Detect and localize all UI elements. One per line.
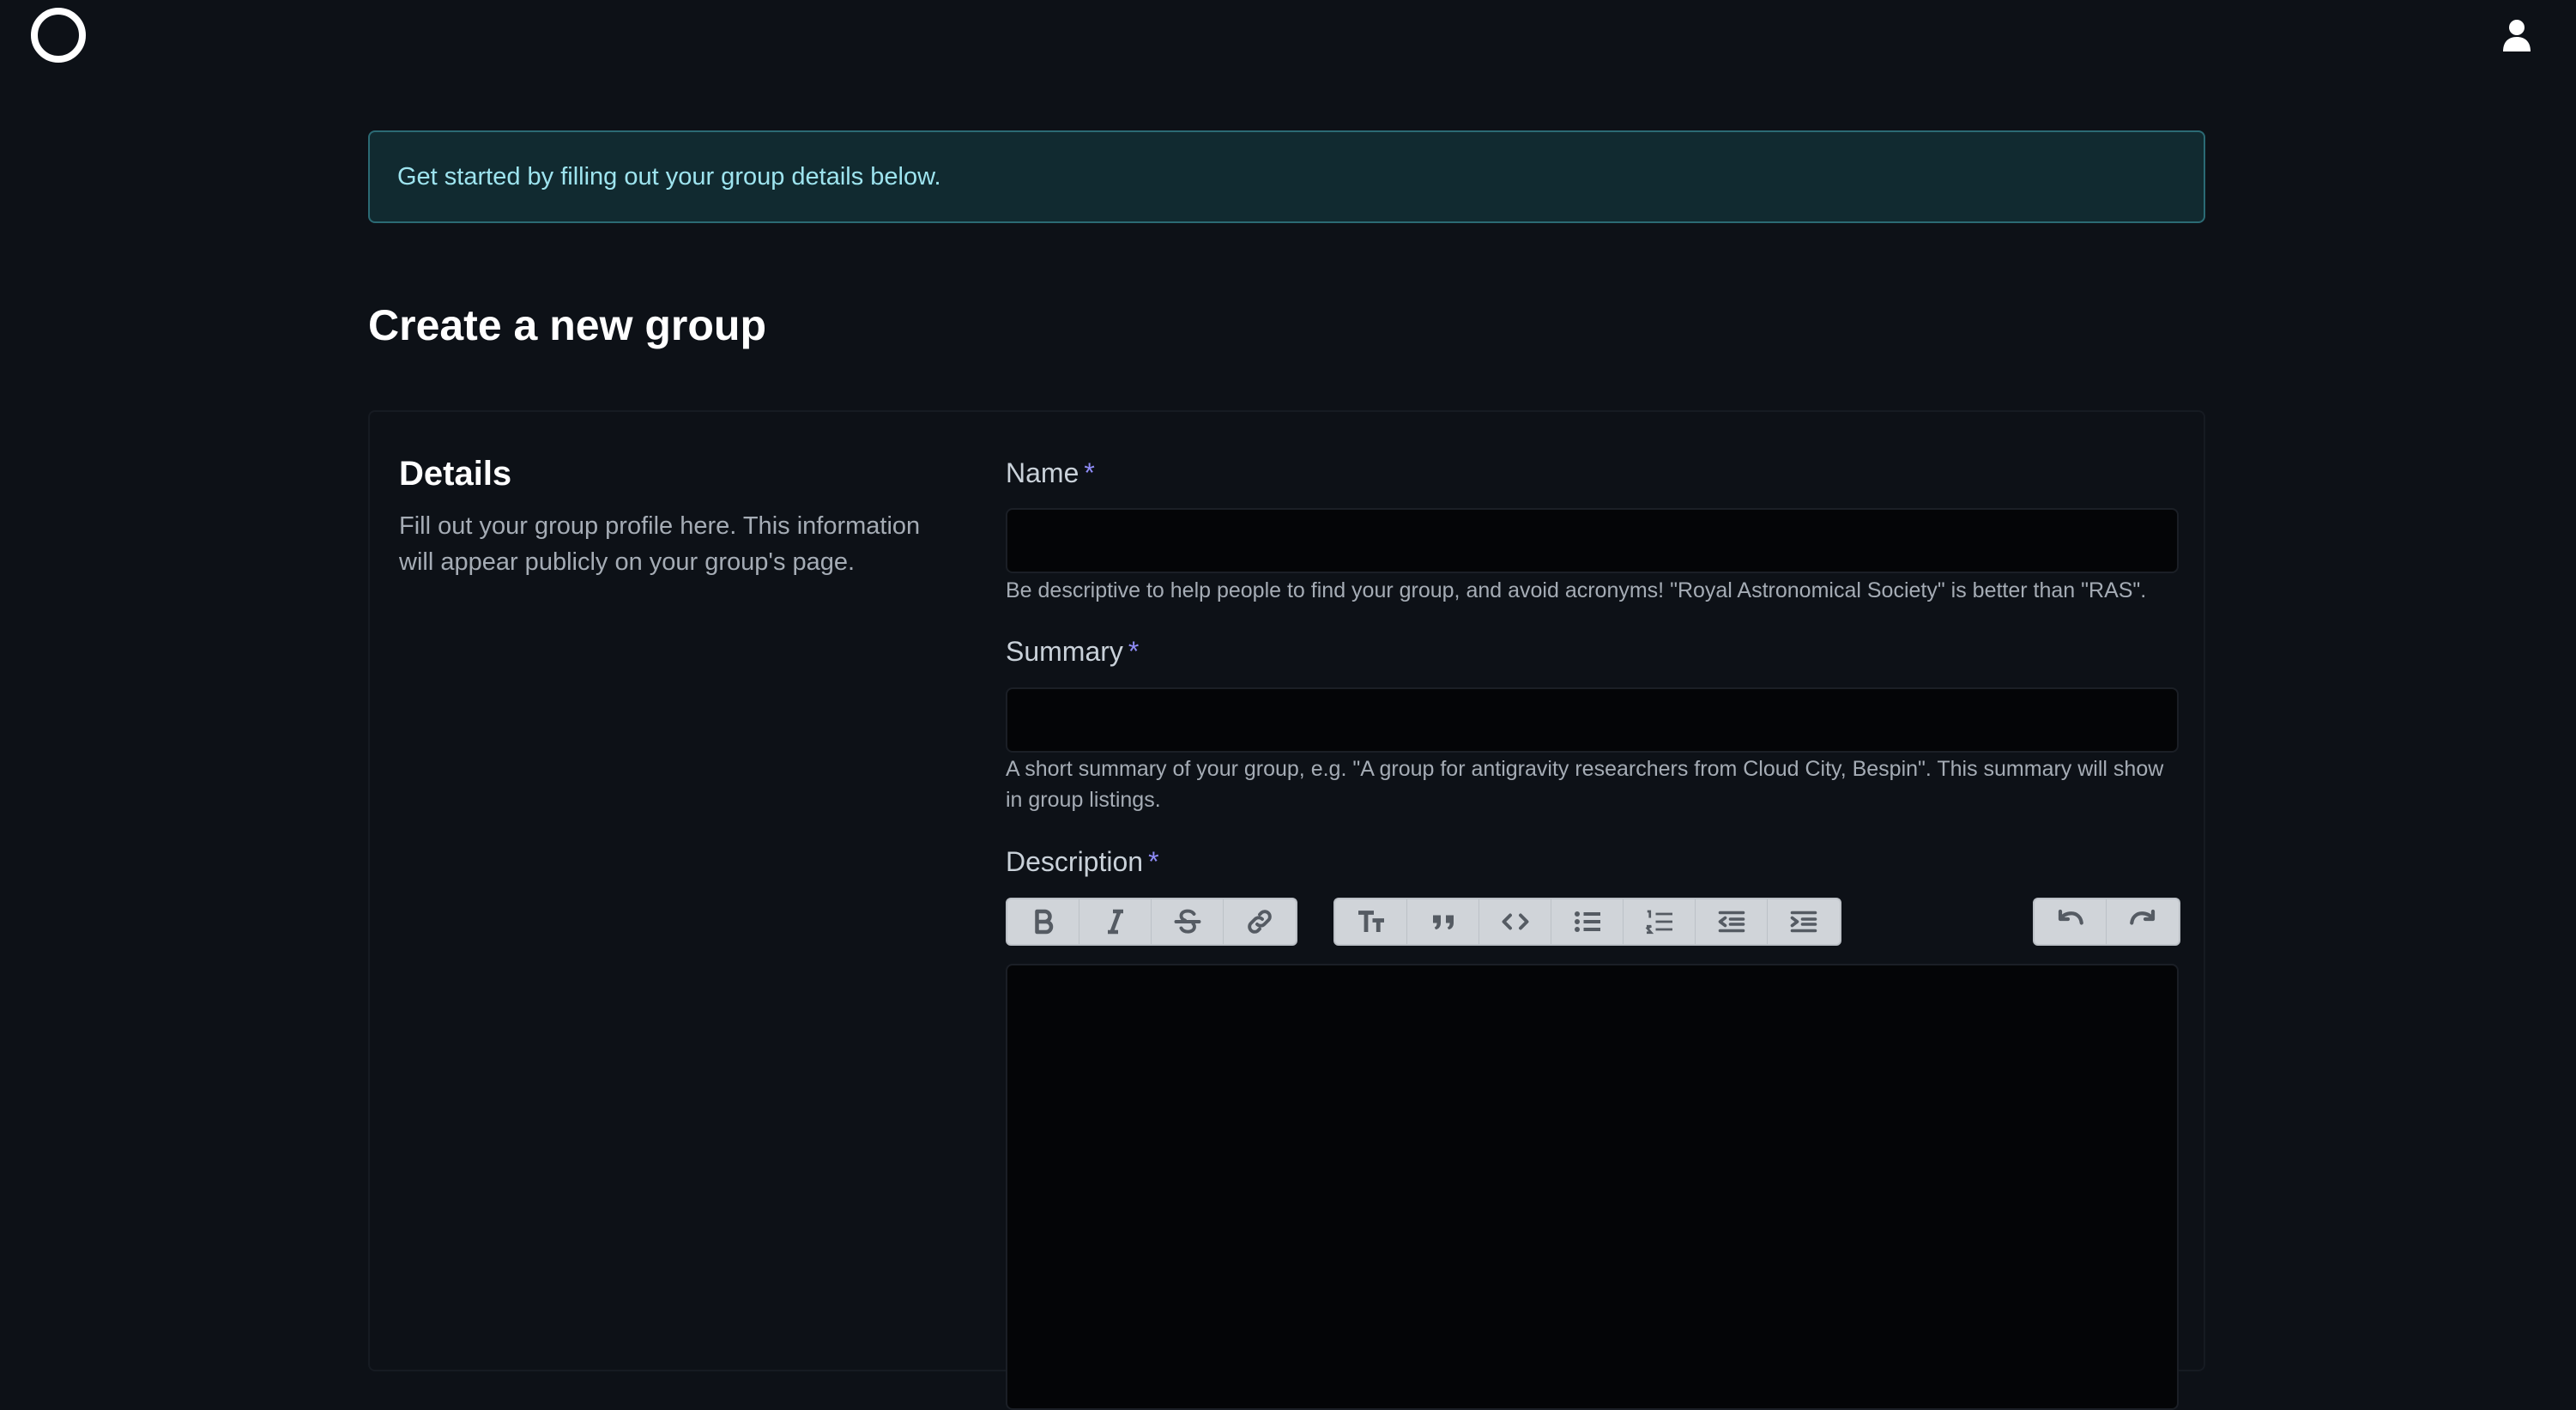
numbered-list-button[interactable] <box>1624 899 1696 944</box>
logo-icon[interactable] <box>31 8 86 63</box>
strikethrough-button[interactable] <box>1152 899 1224 944</box>
info-banner-text: Get started by filling out your group de… <box>397 162 941 191</box>
page-title: Create a new group <box>368 301 766 349</box>
name-label-text: Name <box>1006 457 1079 488</box>
summary-label: Summary * <box>1006 635 1139 668</box>
name-input[interactable] <box>1006 508 2179 573</box>
name-help-text: Be descriptive to help people to find yo… <box>1006 578 2147 602</box>
bullet-list-icon <box>1574 911 1600 932</box>
block-format-toolbar <box>1333 898 1841 946</box>
description-label-text: Description <box>1006 846 1144 877</box>
description-label: Description * <box>1006 845 1159 878</box>
required-marker: * <box>1148 846 1159 877</box>
history-toolbar <box>2033 898 2180 946</box>
details-card: Details Fill out your group profile here… <box>368 410 2205 1410</box>
code-icon <box>1502 913 1528 930</box>
heading-icon <box>1358 911 1384 932</box>
undo-icon <box>2058 909 2083 925</box>
text-format-toolbar <box>1006 898 1297 946</box>
name-label: Name * <box>1006 457 1095 489</box>
summary-help-text: A short summary of your group, e.g. "A g… <box>1006 757 2164 812</box>
bold-button[interactable] <box>1007 899 1079 944</box>
user-icon[interactable] <box>2502 19 2531 51</box>
italic-button[interactable] <box>1079 899 1152 944</box>
required-marker: * <box>1084 457 1095 488</box>
redo-button[interactable] <box>2107 899 2179 944</box>
bullet-list-button[interactable] <box>1551 899 1624 944</box>
numbered-list-icon <box>1645 910 1672 935</box>
quote-icon <box>1432 915 1454 929</box>
section-title: Details <box>399 455 512 493</box>
summary-label-text: Summary <box>1006 636 1123 667</box>
undo-button[interactable] <box>2035 899 2107 944</box>
summary-input[interactable] <box>1006 687 2179 753</box>
info-banner: Get started by filling out your group de… <box>368 130 2205 223</box>
indent-icon <box>1790 911 1817 933</box>
link-icon <box>1248 910 1272 934</box>
heading-button[interactable] <box>1335 899 1407 944</box>
required-marker: * <box>1128 636 1140 667</box>
quote-button[interactable] <box>1407 899 1479 944</box>
italic-icon <box>1107 909 1123 935</box>
outdent-icon <box>1718 911 1745 933</box>
redo-icon <box>2130 909 2156 925</box>
strikethrough-icon <box>1174 909 1200 934</box>
description-editor[interactable] <box>1006 964 2179 1410</box>
top-navigation-bar <box>0 0 2576 72</box>
link-button[interactable] <box>1224 899 1296 944</box>
outdent-button[interactable] <box>1696 899 1768 944</box>
details-intro: Details Fill out your group profile here… <box>399 455 957 580</box>
section-description: Fill out your group profile here. This i… <box>399 512 921 576</box>
bold-icon <box>1034 909 1053 935</box>
code-button[interactable] <box>1479 899 1551 944</box>
indent-button[interactable] <box>1768 899 1840 944</box>
